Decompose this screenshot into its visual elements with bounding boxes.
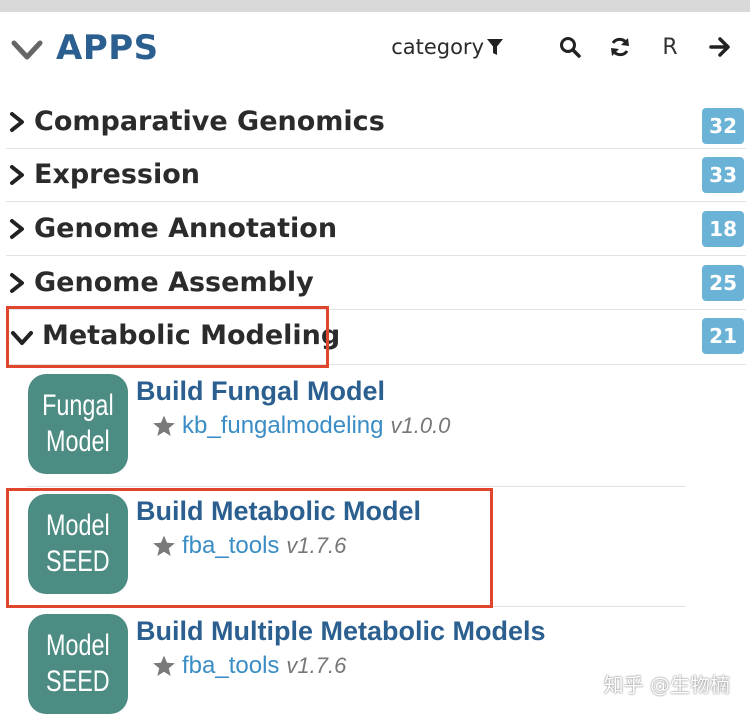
chevron-down-icon[interactable]: [10, 38, 44, 62]
app-item-build-multiple-metabolic-models[interactable]: Model SEED Build Multiple Metabolic Mode…: [26, 608, 686, 726]
app-module-link[interactable]: fba_tools: [182, 532, 279, 560]
header-controls: category R: [391, 32, 732, 62]
app-logo: Model SEED: [28, 614, 128, 714]
app-logo-line1: Model: [46, 509, 110, 542]
app-version: v1.0.0: [390, 413, 451, 438]
chevron-right-icon: [10, 219, 24, 239]
app-version: v1.7.6: [286, 533, 347, 558]
category-row-genome-annotation[interactable]: Genome Annotation 18: [6, 203, 746, 256]
app-module-link[interactable]: kb_fungalmodeling: [182, 412, 383, 440]
star-icon[interactable]: [152, 414, 176, 438]
category-row-expression[interactable]: Expression 33: [6, 149, 746, 202]
category-label: Metabolic Modeling: [42, 320, 341, 351]
panel-title: APPS: [56, 28, 159, 68]
category-label: Genome Assembly: [34, 267, 314, 298]
app-name[interactable]: Build Multiple Metabolic Models: [136, 616, 546, 647]
category-count-badge: 33: [702, 157, 744, 193]
app-item-build-metabolic-model[interactable]: Model SEED Build Metabolic Model fba_too…: [26, 488, 686, 607]
category-row-comparative-genomics[interactable]: Comparative Genomics 32: [6, 96, 746, 149]
chevron-right-icon: [10, 112, 24, 132]
chevron-right-icon: [10, 273, 24, 293]
app-version: v1.7.6: [286, 653, 347, 678]
app-item-build-fungal-model[interactable]: Fungal Model Build Fungal Model kb_funga…: [26, 368, 686, 487]
app-logo-line1: Fungal: [42, 389, 114, 422]
category-count-badge: 25: [702, 265, 744, 301]
apps-panel-header: APPS category R: [0, 12, 750, 84]
arrow-right-icon: [709, 37, 730, 57]
app-name[interactable]: Build Metabolic Model: [136, 496, 421, 527]
app-name[interactable]: Build Fungal Model: [136, 376, 385, 407]
app-logo-line2: SEED: [46, 665, 110, 698]
watermark: 知乎 @生物楠: [603, 673, 730, 697]
app-logo-line1: Model: [46, 629, 110, 662]
chevron-right-icon: [10, 165, 24, 185]
star-icon[interactable]: [152, 654, 176, 678]
category-count-badge: 32: [702, 108, 744, 144]
app-logo: Model SEED: [28, 494, 128, 594]
app-logo-line2: Model: [46, 425, 110, 458]
filter-icon: [487, 39, 503, 55]
app-meta: fba_tools v1.7.6: [152, 532, 346, 560]
search-button[interactable]: [558, 35, 582, 59]
refresh-icon: [611, 37, 629, 57]
category-row-metabolic-modeling[interactable]: Metabolic Modeling 21: [6, 310, 746, 365]
app-meta: kb_fungalmodeling v1.0.0: [152, 412, 450, 440]
refresh-button[interactable]: [608, 35, 632, 59]
star-icon[interactable]: [152, 534, 176, 558]
app-module-link[interactable]: fba_tools: [182, 652, 279, 680]
category-label: Genome Annotation: [34, 213, 338, 244]
r-button[interactable]: R: [658, 35, 682, 60]
chevron-down-icon: [11, 331, 33, 345]
category-count-badge: 21: [702, 318, 744, 354]
app-logo: Fungal Model: [28, 374, 128, 474]
category-label: Expression: [34, 159, 200, 190]
category-label: Comparative Genomics: [34, 106, 385, 137]
app-logo-line2: SEED: [46, 545, 110, 578]
next-button[interactable]: [708, 35, 732, 59]
category-filter-label: category: [391, 35, 484, 59]
category-filter-button[interactable]: category: [391, 35, 504, 59]
category-row-genome-assembly[interactable]: Genome Assembly 25: [6, 257, 746, 310]
search-icon: [560, 37, 581, 58]
category-count-badge: 18: [702, 211, 744, 247]
app-meta: fba_tools v1.7.6: [152, 652, 346, 680]
top-bar: [0, 0, 750, 12]
